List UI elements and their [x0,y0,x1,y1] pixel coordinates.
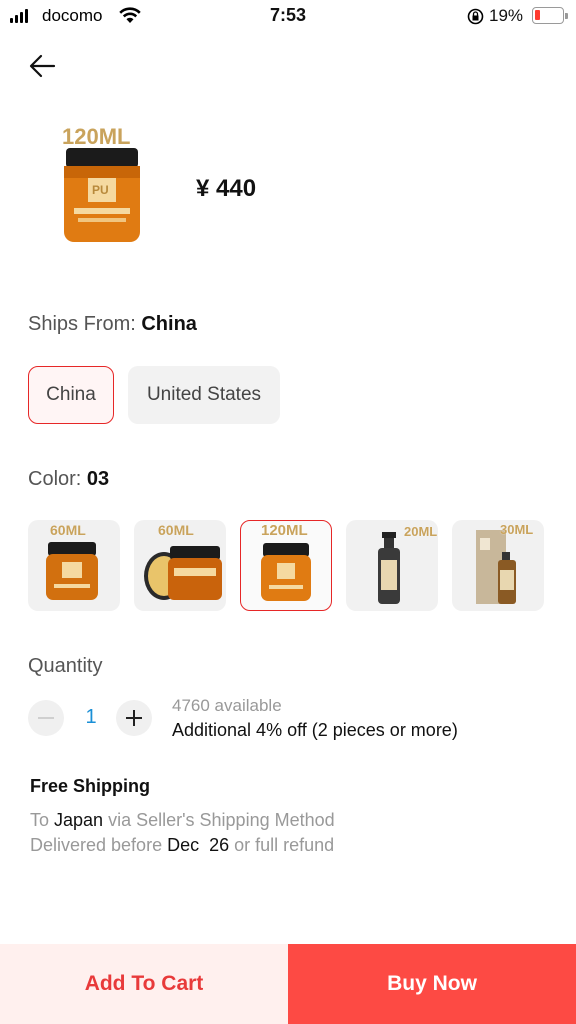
ship-option-china[interactable]: China [28,366,114,424]
svg-text:PU: PU [92,183,109,197]
product-image: 120ML PU [44,116,176,258]
color-option-4[interactable]: 20ML [346,520,438,611]
quantity-label: Quantity [28,655,103,677]
shipping-country: Japan [54,810,104,830]
delivery-date: Dec 26 [167,835,230,855]
color-option-5[interactable]: 30ML [452,520,544,611]
product-price: ¥ 440 [196,175,257,202]
quantity-value[interactable]: 1 [80,706,102,729]
quantity-increase-button[interactable] [116,700,152,736]
battery-percent: 19% [489,6,524,25]
back-arrow-icon[interactable] [24,48,64,84]
color-label: Color: 03 [28,468,110,490]
color-option-tag: 60ML [50,522,86,538]
ships-from-label: Ships From: China [28,313,197,335]
color-option-3[interactable]: 120ML [240,520,332,611]
color-option-tag: 60ML [158,522,194,538]
color-option-1[interactable]: 60ML [28,520,120,611]
color-option-2[interactable]: 60ML [134,520,226,611]
shipping-destination: To Japan via Seller's Shipping Method [30,810,335,830]
plus-icon [126,710,142,726]
add-to-cart-button[interactable]: Add To Cart [0,944,288,1024]
delivery-estimate: Delivered before Dec 26 or full refund [30,835,335,855]
bottom-action-bar: Add To Cart Buy Now [0,944,576,1024]
ships-from-value: China [141,313,197,335]
ship-option-united-states[interactable]: United States [128,366,280,424]
battery-icon [532,7,568,24]
color-option-tag: 120ML [261,522,308,539]
buy-now-button[interactable]: Buy Now [288,944,576,1024]
color-value: 03 [86,468,110,490]
color-option-tag: 20ML [404,524,438,539]
stock-available: 4760 available [172,696,282,715]
minus-icon [38,717,54,719]
status-bar: docomo 7:53 19% [0,0,576,34]
quantity-decrease-button[interactable] [28,700,64,736]
free-shipping-title: Free Shipping [30,776,151,796]
color-option-tag: 30ML [500,522,534,537]
bulk-discount: Additional 4% off (2 pieces or more) [172,720,458,740]
product-image-label: 120ML [62,124,130,149]
rotation-lock-icon [467,8,484,25]
